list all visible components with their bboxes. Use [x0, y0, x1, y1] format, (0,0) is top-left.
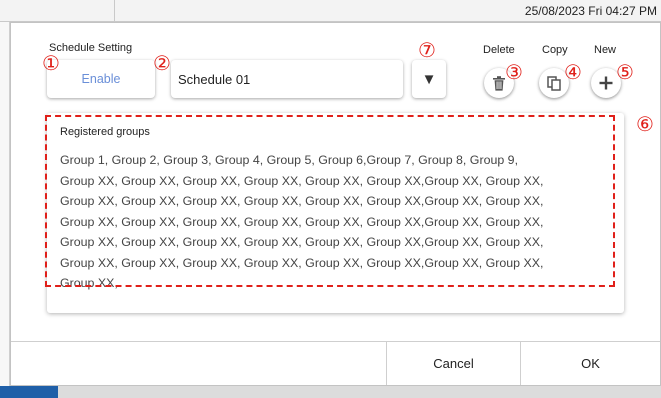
- taskbar-accent: [0, 386, 58, 398]
- datetime-display: 25/08/2023 Fri 04:27 PM: [524, 4, 657, 18]
- plus-icon: [599, 76, 613, 90]
- callout-6: ⑥: [636, 112, 654, 136]
- callout-4: ④: [564, 60, 582, 84]
- background-sidebar: [0, 22, 10, 398]
- new-label: New: [594, 44, 617, 56]
- callout-5: ⑤: [616, 60, 634, 84]
- copy-icon: [547, 75, 561, 91]
- callout-3: ③: [505, 60, 523, 84]
- schedule-name-field[interactable]: Schedule 01: [171, 60, 403, 98]
- callout-7: ⑦: [418, 38, 436, 62]
- callout-1: ①: [42, 51, 60, 75]
- dropdown-arrow-icon: ▼: [421, 70, 437, 88]
- taskbar: [58, 386, 661, 398]
- callout-2: ②: [153, 51, 171, 75]
- schedule-setting-label: Schedule Setting: [49, 42, 133, 54]
- annotation-highlight-box: [45, 115, 615, 287]
- cancel-button[interactable]: Cancel: [387, 342, 520, 385]
- delete-label: Delete: [483, 44, 515, 56]
- ok-button[interactable]: OK: [521, 342, 660, 385]
- status-bar: 25/08/2023 Fri 04:27 PM: [0, 0, 661, 22]
- copy-label: Copy: [542, 44, 568, 56]
- schedule-dropdown-button[interactable]: ▼: [412, 60, 446, 98]
- status-bar-divider: [114, 0, 115, 22]
- enable-button[interactable]: Enable: [47, 60, 155, 98]
